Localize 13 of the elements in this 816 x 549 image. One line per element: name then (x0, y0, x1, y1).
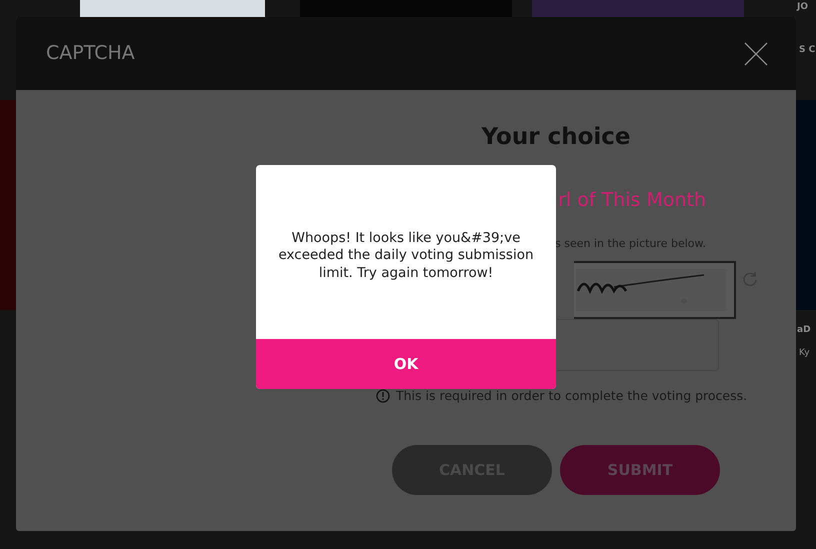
background-text: Ky (799, 347, 810, 360)
warning-icon (376, 388, 390, 403)
heading: Your choice (482, 124, 630, 152)
submit-button[interactable]: SUBMIT (560, 445, 720, 496)
background-text: S C (799, 44, 816, 57)
background-text: aD (797, 324, 811, 337)
background-text: JO (797, 1, 808, 14)
captcha-input-field[interactable] (557, 318, 719, 371)
ok-button[interactable]: OK (256, 339, 556, 389)
dialog-title: CAPTCHA (46, 41, 135, 66)
alert-message: Whoops! It looks like you&#39;ve exceeded the daily voting submission limit. Try again tomorrow! (277, 228, 535, 283)
subheading: rl of This Month (558, 188, 707, 213)
close-icon[interactable] (744, 42, 768, 66)
